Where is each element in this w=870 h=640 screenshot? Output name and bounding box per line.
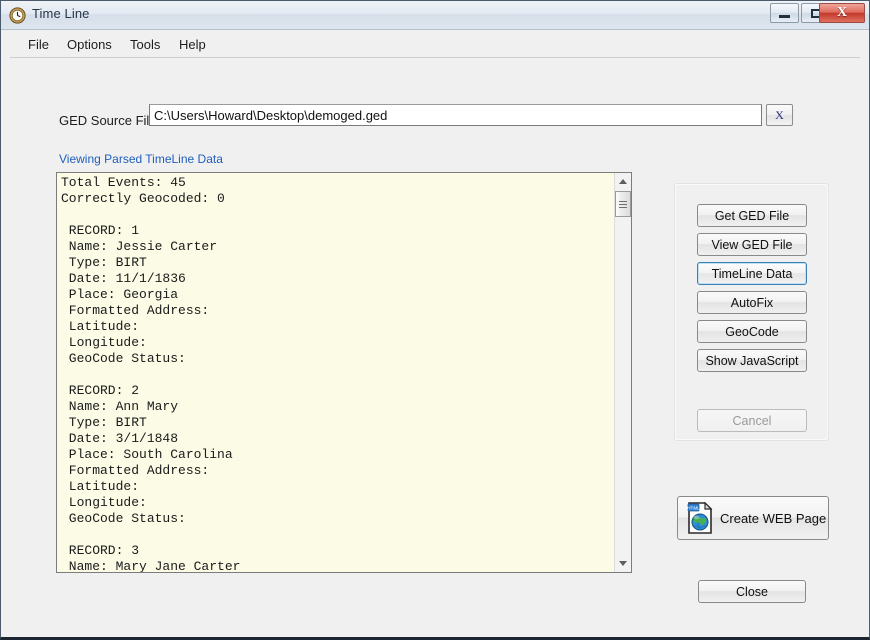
- close-window-button[interactable]: X: [819, 3, 865, 23]
- html-globe-icon: HTML: [686, 502, 714, 534]
- svg-text:HTML: HTML: [687, 506, 700, 511]
- x-icon: X: [775, 108, 784, 123]
- clock-icon: [9, 7, 26, 24]
- client-area: File Options Tools Help GED Source File:…: [1, 30, 869, 638]
- menu-item-options[interactable]: Options: [61, 35, 118, 54]
- scroll-up-button[interactable]: [615, 173, 631, 190]
- autofix-button[interactable]: AutoFix: [697, 291, 807, 314]
- create-web-page-label: Create WEB Page: [720, 511, 826, 526]
- output-scrollbar[interactable]: [614, 173, 631, 572]
- geocode-button[interactable]: GeoCode: [697, 320, 807, 343]
- show-javascript-button[interactable]: Show JavaScript: [697, 349, 807, 372]
- minimize-icon: [779, 15, 790, 18]
- scrollbar-thumb[interactable]: [615, 191, 631, 217]
- caret-up-icon: [619, 179, 627, 184]
- application-window: Time Line X File Options Tools Help GED …: [0, 0, 870, 640]
- close-dialog-button[interactable]: Close: [698, 580, 806, 603]
- title-bar: Time Line X: [1, 1, 869, 30]
- action-button-group: Get GED File View GED File TimeLine Data…: [674, 183, 829, 441]
- menu-item-tools[interactable]: Tools: [124, 35, 166, 54]
- create-web-page-button[interactable]: HTML Create WEB Page: [677, 496, 829, 540]
- menu-bar: File Options Tools Help: [10, 31, 860, 58]
- clear-path-button[interactable]: X: [766, 104, 793, 126]
- timeline-data-button[interactable]: TimeLine Data: [697, 262, 807, 285]
- timeline-output-panel[interactable]: Total Events: 45 Correctly Geocoded: 0 R…: [56, 172, 632, 573]
- cancel-button: Cancel: [697, 409, 807, 432]
- close-icon: X: [837, 6, 847, 20]
- scroll-down-button[interactable]: [615, 555, 631, 572]
- menu-item-file[interactable]: File: [22, 35, 55, 54]
- viewing-status-label: Viewing Parsed TimeLine Data: [59, 152, 223, 166]
- menu-item-help[interactable]: Help: [173, 35, 212, 54]
- caret-down-icon: [619, 561, 627, 566]
- timeline-output-text: Total Events: 45 Correctly Geocoded: 0 R…: [61, 175, 609, 573]
- get-ged-file-button[interactable]: Get GED File: [697, 204, 807, 227]
- view-ged-file-button[interactable]: View GED File: [697, 233, 807, 256]
- ged-source-file-label: GED Source File:: [59, 113, 160, 128]
- minimize-button[interactable]: [770, 3, 799, 23]
- window-title: Time Line: [32, 6, 90, 21]
- ged-source-file-input[interactable]: [149, 104, 762, 126]
- grip-icon: [619, 199, 627, 210]
